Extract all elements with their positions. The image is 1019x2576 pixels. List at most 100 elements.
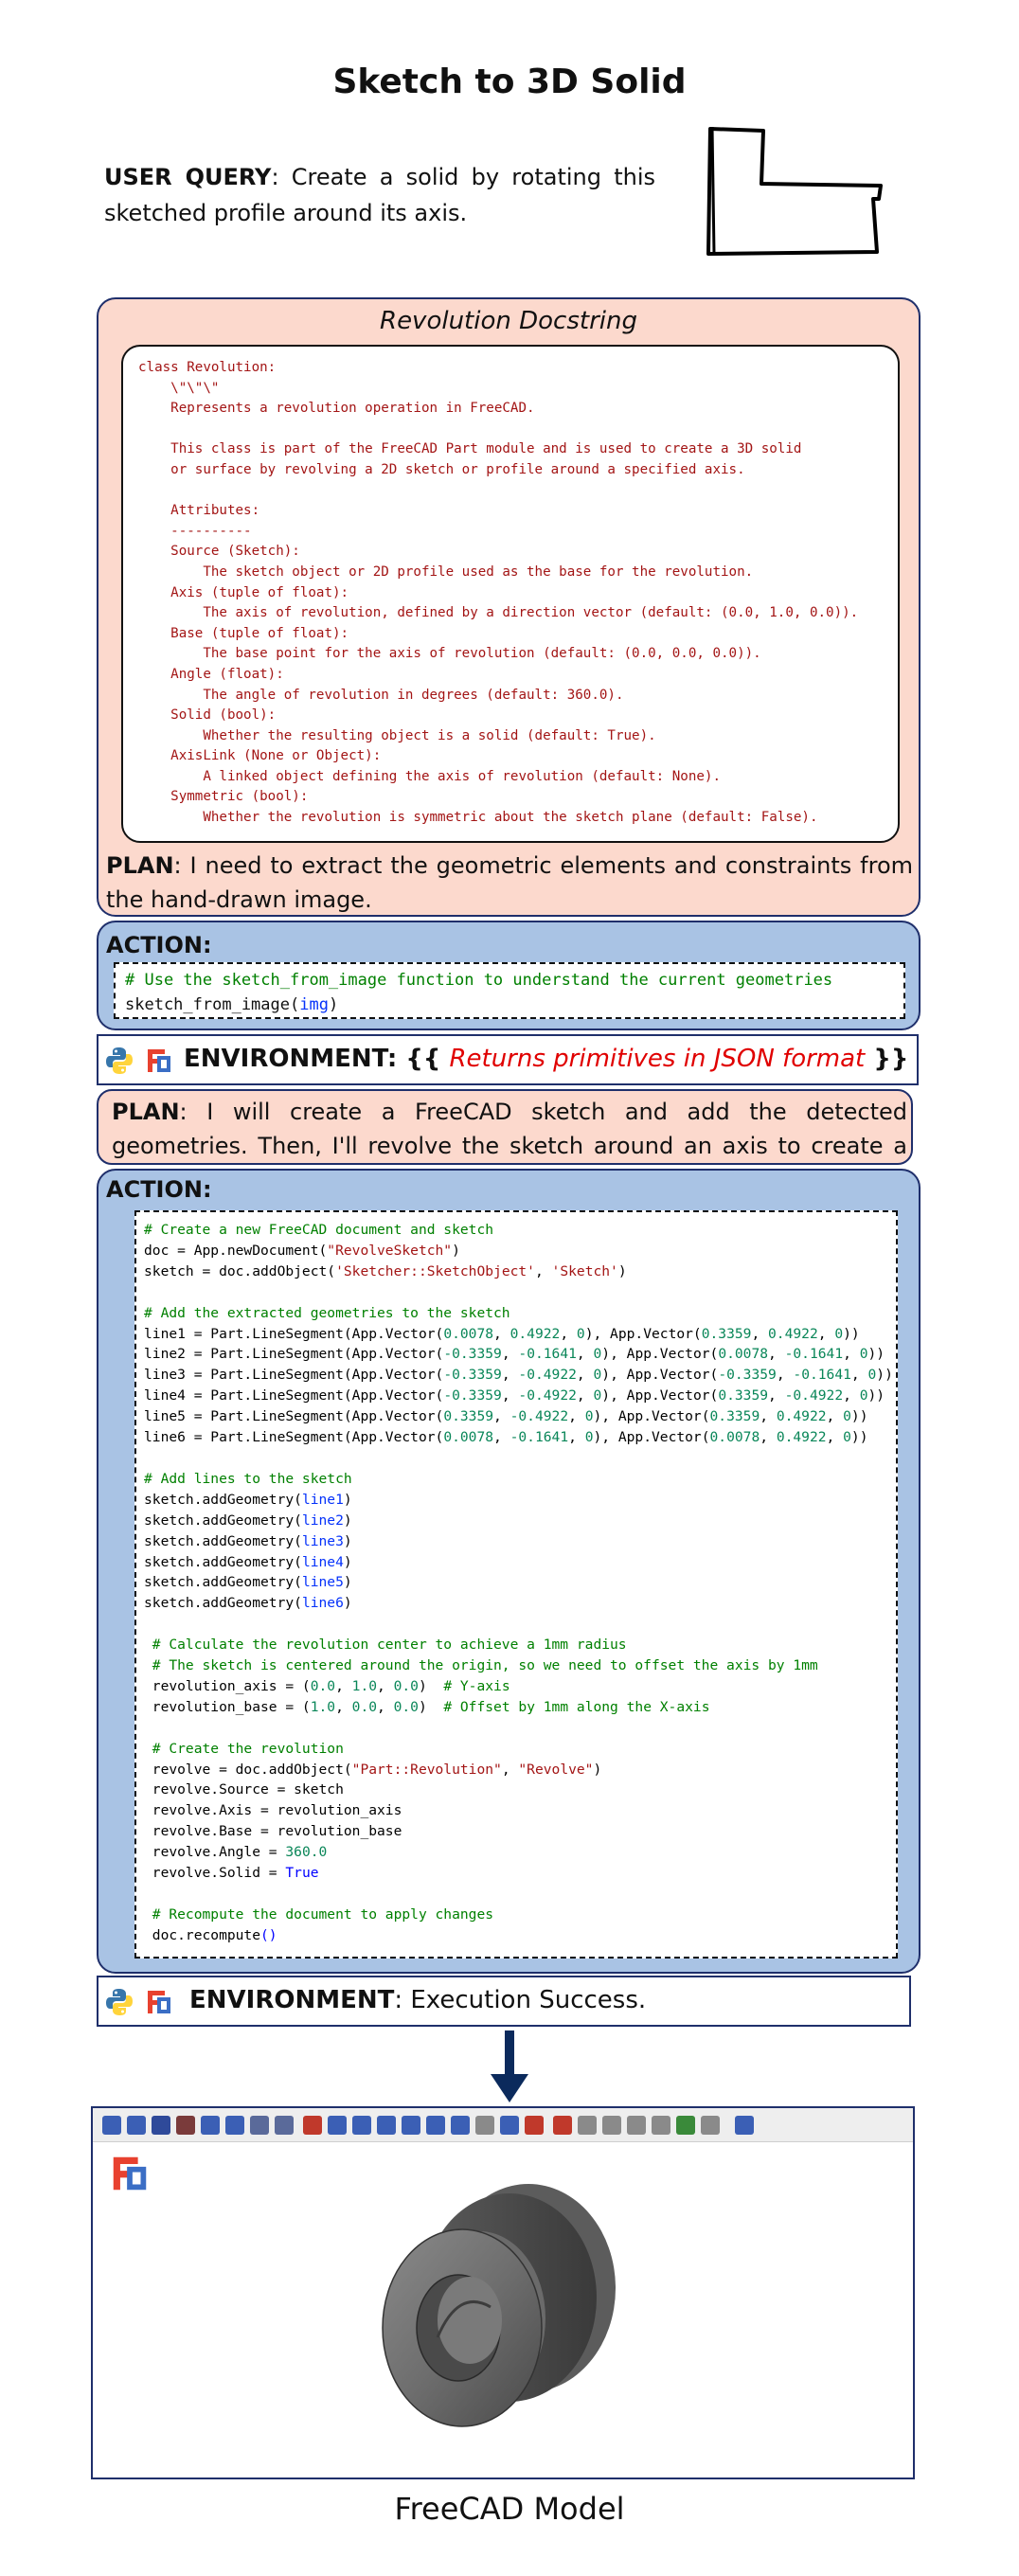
code-line: sketch.addGeometry(line3) xyxy=(144,1531,888,1552)
action-2-card: ACTION: # Create a new FreeCAD document … xyxy=(97,1169,921,1974)
code-token: revolve.Angle = xyxy=(144,1844,286,1861)
user-query-label: USER QUERY xyxy=(104,164,272,190)
toolbar-tool-icon[interactable] xyxy=(500,2116,519,2135)
code-token: line1 xyxy=(301,1491,344,1508)
code-token: 1.0 xyxy=(351,1677,378,1694)
code-token: , xyxy=(850,1367,868,1384)
toolbar-tool-icon[interactable] xyxy=(735,2116,754,2135)
code-token: line2 xyxy=(301,1512,344,1529)
code-line: line1 = Part.LineSegment(App.Vector(0.00… xyxy=(144,1324,888,1345)
code-token: , xyxy=(493,1325,510,1342)
code-token: , xyxy=(501,1387,519,1404)
code-token: "Part::Revolution" xyxy=(351,1761,502,1778)
toolbar-tool-icon[interactable] xyxy=(602,2116,621,2135)
code-token: ), App.Vector( xyxy=(593,1429,710,1446)
docstring-line: The base point for the axis of revolutio… xyxy=(138,646,761,662)
toolbar-tool-icon[interactable] xyxy=(451,2116,470,2135)
code-token: ) xyxy=(593,1761,602,1778)
python-logo-icon xyxy=(106,1047,133,1074)
code-line: sketch.addGeometry(line6) xyxy=(144,1593,888,1614)
code-token: # Offset by 1mm along the X-axis xyxy=(443,1698,710,1715)
code-line: # Recompute the document to apply change… xyxy=(144,1905,888,1925)
toolbar-tool-icon[interactable] xyxy=(426,2116,445,2135)
code-token: 0 xyxy=(859,1346,868,1363)
code-token: line5 xyxy=(301,1574,344,1591)
code-token: , xyxy=(817,1325,835,1342)
code-token: -0.4922 xyxy=(784,1387,844,1404)
environment-1-text: ENVIRONMENT: {{ Returns primitives in JS… xyxy=(184,1045,908,1073)
code-token: , xyxy=(843,1346,860,1363)
toolbar-tool-icon[interactable] xyxy=(701,2116,720,2135)
environment-1-label: ENVIRONMENT xyxy=(184,1045,387,1073)
docstring-line: The axis of revolution, defined by a dir… xyxy=(138,605,859,621)
code-token: # Create the revolution xyxy=(144,1740,344,1757)
code-token: )) xyxy=(850,1429,868,1446)
toolbar-tool-icon[interactable] xyxy=(377,2116,396,2135)
code-token: , xyxy=(760,1429,777,1446)
docstring-line: Base (tuple of float): xyxy=(138,625,349,641)
action-1-label: ACTION xyxy=(106,932,203,958)
toolbar-tool-icon[interactable] xyxy=(553,2116,572,2135)
docstring-line: This class is part of the FreeCAD Part m… xyxy=(138,441,802,457)
code-line: line4 = Part.LineSegment(App.Vector(-0.3… xyxy=(144,1386,888,1406)
code-token: # Create a new FreeCAD document and sket… xyxy=(144,1222,494,1238)
docstring-line xyxy=(138,420,883,440)
toolbar-tool-icon[interactable] xyxy=(102,2116,121,2135)
docstring-box: class Revolution: \"\"\" Represents a re… xyxy=(121,345,900,843)
code-token: ) xyxy=(418,1698,444,1715)
code-token: -0.4922 xyxy=(518,1367,577,1384)
toolbar-tool-icon[interactable] xyxy=(627,2116,646,2135)
code-line: # Create a new FreeCAD document and sket… xyxy=(144,1220,888,1241)
code-token: , xyxy=(335,1677,352,1694)
docstring-line: ---------- xyxy=(138,523,252,539)
code-token: ) xyxy=(617,1262,627,1279)
toolbar-tool-icon[interactable] xyxy=(652,2116,670,2135)
code-token: -0.3359 xyxy=(718,1367,777,1384)
code-line: revolve = doc.addObject("Part::Revolutio… xyxy=(144,1760,888,1780)
code-token: )) xyxy=(876,1367,893,1384)
code-line: doc.recompute() xyxy=(144,1925,888,1946)
code-token: line4 = Part.LineSegment(App.Vector( xyxy=(144,1387,444,1404)
code-line: sketch = doc.addObject('Sketcher::Sketch… xyxy=(144,1261,888,1282)
code-token: , xyxy=(576,1367,594,1384)
code-token: 0.4922 xyxy=(776,1408,827,1425)
code-token: , xyxy=(335,1698,352,1715)
code-token: 0.3359 xyxy=(443,1408,494,1425)
code-token: ) xyxy=(343,1553,352,1570)
toolbar-tool-icon[interactable] xyxy=(275,2116,294,2135)
freecad-logo-icon xyxy=(148,1049,170,1072)
toolbar-tool-icon[interactable] xyxy=(578,2116,597,2135)
toolbar-tool-icon[interactable] xyxy=(676,2116,695,2135)
code-token: sketch = doc.addObject( xyxy=(144,1262,336,1279)
action-1-call: sketch_from_image(img) xyxy=(125,995,339,1014)
environment-2-message: : Execution Success. xyxy=(394,1986,647,2014)
code-token: , xyxy=(843,1387,860,1404)
toolbar-tool-icon[interactable] xyxy=(328,2116,347,2135)
toolbar-tool-icon[interactable] xyxy=(127,2116,146,2135)
code-token: revolution_axis = ( xyxy=(144,1677,311,1694)
toolbar-tool-icon[interactable] xyxy=(176,2116,195,2135)
toolbar-tool-icon[interactable] xyxy=(475,2116,494,2135)
code-token: 0 xyxy=(576,1325,585,1342)
toolbar-tool-icon[interactable] xyxy=(250,2116,269,2135)
docstring-line: Represents a revolution operation in Fre… xyxy=(138,401,535,417)
environment-2-text: ENVIRONMENT: Execution Success. xyxy=(189,1986,646,2014)
toolbar-tool-icon[interactable] xyxy=(225,2116,244,2135)
toolbar-tool-icon[interactable] xyxy=(402,2116,420,2135)
code-token: 0.0078 xyxy=(709,1429,760,1446)
docstring-line xyxy=(138,481,883,502)
docstring-line: or surface by revolving a 2D sketch or p… xyxy=(138,461,745,477)
user-query: USER QUERY: Create a solid by rotating t… xyxy=(104,159,655,231)
code-token: # Add lines to the sketch xyxy=(144,1470,352,1487)
docstring-line: Solid (bool): xyxy=(138,707,277,724)
toolbar-tool-icon[interactable] xyxy=(352,2116,371,2135)
toolbar-tool-icon[interactable] xyxy=(525,2116,544,2135)
toolbar-tool-icon[interactable] xyxy=(201,2116,220,2135)
toolbar-tool-icon[interactable] xyxy=(303,2116,322,2135)
toolbar-tool-icon[interactable] xyxy=(152,2116,170,2135)
code-token: 0 xyxy=(843,1408,851,1425)
code-line: revolve.Axis = revolution_axis xyxy=(144,1800,888,1821)
freecad-toolbar xyxy=(93,2108,913,2142)
code-token: ) xyxy=(343,1491,352,1508)
